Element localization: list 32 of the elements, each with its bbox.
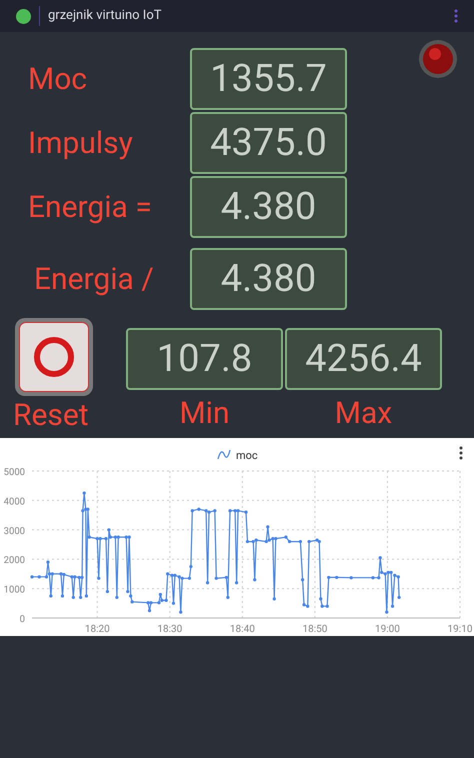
reset-button[interactable]: [15, 318, 93, 396]
legend-wave-icon: [217, 450, 231, 460]
axis-label: 2000: [4, 555, 25, 566]
app-title: grzejnik virtuino IoT: [48, 7, 162, 26]
value-display: 107.8: [126, 328, 283, 390]
axis-label: 1000: [4, 584, 25, 596]
circle-icon: [32, 335, 76, 379]
axis-label: 18:20: [84, 624, 110, 635]
reading-label: Energia =: [27, 188, 153, 226]
indicator-led-icon: [418, 39, 458, 79]
reading-label: Energia /: [33, 260, 155, 298]
value-display: 4375.0: [190, 112, 347, 174]
reset-label: Reset: [13, 398, 89, 434]
value-display: 4256.4: [285, 328, 442, 390]
reading-label: Impulsy: [27, 124, 134, 162]
axis-label: 0: [20, 614, 25, 625]
axis-label: 5000: [4, 467, 25, 478]
value-display: 4.380: [190, 248, 347, 310]
axis-label: 19:00: [375, 624, 400, 635]
extreme-label: Min: [179, 396, 230, 432]
legend-label: moc: [236, 449, 258, 462]
reading-label: Moc: [27, 60, 88, 98]
axis-label: 3000: [4, 526, 25, 537]
axis-label: 4000: [4, 496, 25, 508]
value-display: 4.380: [190, 176, 347, 238]
value-display: 1355.7: [190, 48, 347, 110]
more-options-icon[interactable]: [459, 446, 463, 460]
axis-label: 18:40: [230, 624, 255, 635]
axis-label: 18:50: [302, 624, 328, 635]
axis-label: 18:30: [157, 624, 182, 635]
extreme-label: Max: [334, 396, 392, 432]
axis-label: 19:10: [448, 624, 472, 635]
